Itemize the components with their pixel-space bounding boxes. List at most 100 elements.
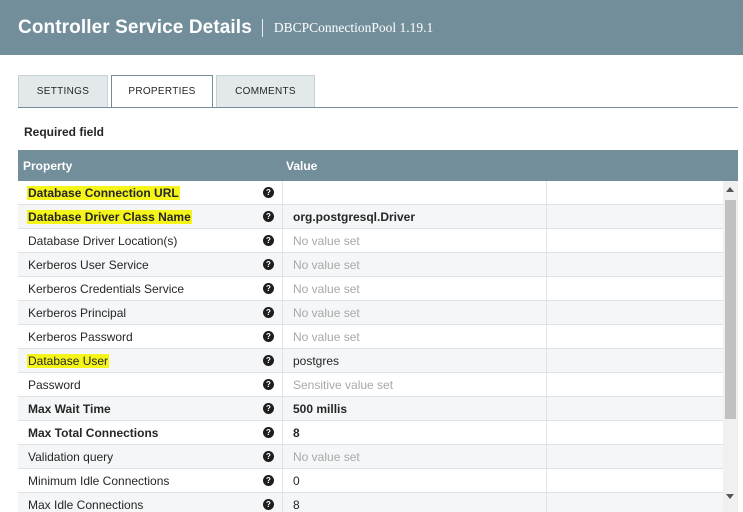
title-separator <box>261 18 263 37</box>
column-divider <box>546 253 547 276</box>
question-circle-icon[interactable]: ? <box>263 283 274 294</box>
column-header-value[interactable]: Value <box>286 159 317 173</box>
table-row[interactable]: Max Idle Connections? 8 <box>18 493 723 512</box>
property-value[interactable]: 8 <box>293 426 300 440</box>
table-row[interactable]: Password? Sensitive value set <box>18 373 723 397</box>
question-circle-icon[interactable]: ? <box>263 427 274 438</box>
question-circle-icon[interactable]: ? <box>263 307 274 318</box>
question-circle-icon[interactable]: ? <box>263 187 274 198</box>
column-divider <box>546 205 547 228</box>
column-divider <box>282 301 283 324</box>
table-body: Database Connection URL? Database Driver … <box>18 181 723 512</box>
property-name: Database Driver Class Name <box>27 210 192 224</box>
required-field-legend: Required field <box>24 125 105 139</box>
question-circle-icon[interactable]: ? <box>263 235 274 246</box>
question-circle-icon[interactable]: ? <box>263 403 274 414</box>
table-row[interactable]: Max Wait Time? 500 millis <box>18 397 723 421</box>
table-row[interactable]: Database Connection URL? <box>18 181 723 205</box>
arrow-up-icon[interactable] <box>726 187 734 192</box>
property-value[interactable]: 0 <box>293 474 300 488</box>
property-name: Kerberos Password <box>28 330 133 344</box>
question-circle-icon[interactable]: ? <box>263 379 274 390</box>
property-name: Database Driver Location(s) <box>28 234 178 248</box>
column-divider <box>282 421 283 444</box>
dialog-title: Controller Service Details <box>18 16 252 38</box>
column-divider <box>546 349 547 372</box>
question-circle-icon[interactable]: ? <box>263 331 274 342</box>
property-value[interactable]: No value set <box>293 258 360 272</box>
property-name: Max Total Connections <box>28 426 159 440</box>
table-row[interactable]: Database Driver Class Name? org.postgresq… <box>18 205 723 229</box>
column-divider <box>546 421 547 444</box>
column-divider <box>546 469 547 492</box>
scrollbar-thumb[interactable] <box>725 200 736 419</box>
property-name: Kerberos Credentials Service <box>28 282 185 296</box>
column-header-property[interactable]: Property <box>23 159 72 173</box>
table-row[interactable]: Database User? postgres <box>18 349 723 373</box>
column-divider <box>282 253 283 276</box>
property-value[interactable]: No value set <box>293 450 360 464</box>
arrow-down-icon[interactable] <box>726 494 734 499</box>
property-value[interactable]: No value set <box>293 306 360 320</box>
column-divider <box>282 205 283 228</box>
table-row[interactable]: Kerberos Password? No value set <box>18 325 723 349</box>
column-divider <box>282 373 283 396</box>
property-name: Validation query <box>28 450 114 464</box>
question-circle-icon[interactable]: ? <box>263 475 274 486</box>
column-divider <box>546 181 547 204</box>
property-name: Kerberos User Service <box>28 258 149 272</box>
property-name: Minimum Idle Connections <box>28 474 170 488</box>
column-divider <box>282 445 283 468</box>
tab-properties[interactable]: PROPERTIES <box>111 75 213 108</box>
question-circle-icon[interactable]: ? <box>263 259 274 270</box>
property-value[interactable]: No value set <box>293 330 360 344</box>
property-value[interactable]: No value set <box>293 282 360 296</box>
property-name: Max Wait Time <box>28 402 111 416</box>
property-name: Database User <box>27 354 110 368</box>
property-name: Password <box>28 378 81 392</box>
property-name: Max Idle Connections <box>28 498 144 512</box>
column-divider <box>546 445 547 468</box>
tab-underline <box>18 107 738 108</box>
property-value[interactable]: org.postgresql.Driver <box>293 210 415 224</box>
column-divider <box>546 229 547 252</box>
question-circle-icon[interactable]: ? <box>263 355 274 366</box>
question-circle-icon[interactable]: ? <box>263 211 274 222</box>
table-row[interactable]: Max Total Connections? 8 <box>18 421 723 445</box>
property-value[interactable]: No value set <box>293 234 360 248</box>
tab-comments[interactable]: COMMENTS <box>216 75 315 107</box>
question-circle-icon[interactable]: ? <box>263 451 274 462</box>
column-divider <box>282 277 283 300</box>
vertical-scrollbar[interactable] <box>723 181 738 512</box>
column-divider <box>282 493 283 512</box>
table-row[interactable]: Kerberos Principal? No value set <box>18 301 723 325</box>
properties-table: Property Value Database Connection URL? D… <box>18 150 738 512</box>
column-divider <box>546 325 547 348</box>
table-row[interactable]: Minimum Idle Connections? 0 <box>18 469 723 493</box>
column-divider <box>546 301 547 324</box>
table-row[interactable]: Kerberos Credentials Service? No value se… <box>18 277 723 301</box>
table-row[interactable]: Kerberos User Service? No value set <box>18 253 723 277</box>
property-value[interactable]: 500 millis <box>293 402 347 416</box>
property-value[interactable]: postgres <box>293 354 339 368</box>
column-divider <box>282 181 283 204</box>
property-value[interactable]: Sensitive value set <box>293 378 393 392</box>
property-name: Kerberos Principal <box>28 306 127 320</box>
column-divider <box>282 397 283 420</box>
dialog-header: Controller Service Details DBCPConnectio… <box>0 0 743 55</box>
property-value[interactable]: 8 <box>293 498 300 512</box>
column-divider <box>282 469 283 492</box>
column-divider <box>282 229 283 252</box>
service-type-label: DBCPConnectionPool 1.19.1 <box>273 19 434 35</box>
property-name: Database Connection URL <box>27 186 180 200</box>
column-divider <box>546 397 547 420</box>
question-circle-icon[interactable]: ? <box>263 499 274 510</box>
table-header: Property Value <box>18 150 738 181</box>
table-row[interactable]: Database Driver Location(s)? No value set <box>18 229 723 253</box>
column-divider <box>546 373 547 396</box>
tab-settings[interactable]: SETTINGS <box>18 75 108 107</box>
column-divider <box>546 277 547 300</box>
column-divider <box>282 349 283 372</box>
column-divider <box>282 325 283 348</box>
table-row[interactable]: Validation query? No value set <box>18 445 723 469</box>
